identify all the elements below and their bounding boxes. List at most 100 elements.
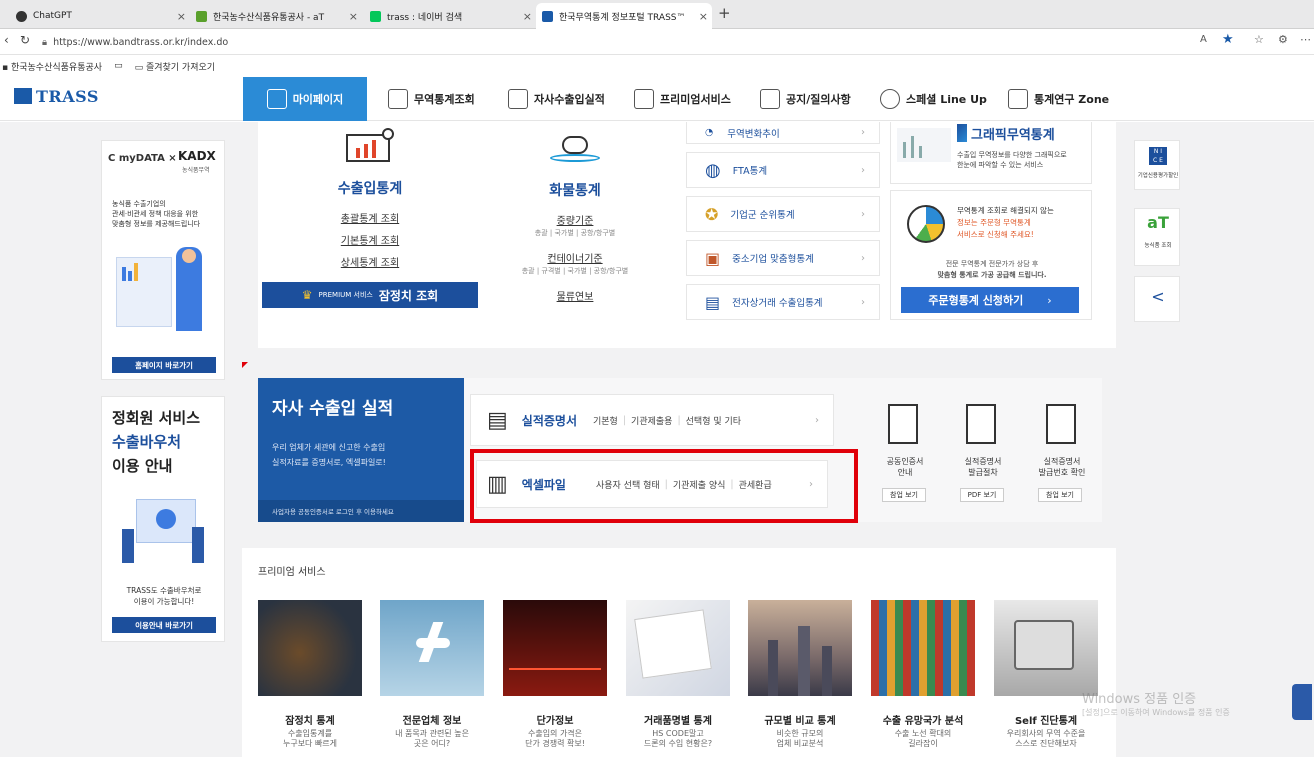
certificate-icon: ▤ <box>487 407 508 433</box>
browser-tab-active[interactable]: 한국무역통계 정보포털 TRASS™ × <box>536 3 712 29</box>
graphic-chart-icon <box>897 128 951 162</box>
menu-ecommerce[interactable]: ▤ 전자상거래 수출입통계 › <box>686 284 880 320</box>
basic-stats-link[interactable]: 기본통계 조회 <box>268 232 472 247</box>
building-icon <box>508 89 528 109</box>
logo-mark-icon <box>14 88 32 104</box>
chat-widget-icon[interactable] <box>1292 684 1312 720</box>
premium-title: 프리미엄 서비스 <box>258 567 326 578</box>
pie-head-icon <box>907 205 945 243</box>
logistics-yearbook-link[interactable]: 물류연보 <box>478 288 672 303</box>
graphic-stats-card[interactable]: 그래픽무역통계 수출입 무역정보를 다양한 그래픽으로 한눈에 파악할 수 있는… <box>890 122 1092 184</box>
bookmark-item[interactable]: ▪ 한국농수산식품유통공사 <box>2 60 102 73</box>
nav-notice[interactable]: 공지/질의사항 <box>760 77 851 121</box>
bookmark-bar: ▪ 한국농수산식품유통공사 ▭ ▭ 즐겨찾기 가져오기 <box>0 55 1314 77</box>
corner-mark <box>242 362 248 368</box>
new-tab-icon[interactable]: + <box>718 4 731 22</box>
container-basis-link[interactable]: 컨테이너기준 <box>478 250 672 265</box>
at-icon <box>196 10 207 22</box>
favorites-icon[interactable]: ☆ <box>1254 33 1264 46</box>
nav-research[interactable]: 통계연구 Zone <box>1008 77 1109 121</box>
at-link-button[interactable]: aT 농식품 조회 <box>1134 208 1180 266</box>
thumb-preliminary[interactable] <box>258 600 362 696</box>
medal-icon: ✪ <box>705 204 719 224</box>
thumb-export-country[interactable] <box>871 600 975 696</box>
globe-icon: ◍ <box>705 159 721 181</box>
nav-special[interactable]: 스페셜 Line Up <box>880 77 987 121</box>
kadx-banner[interactable]: C myDATA × KADX 농식품무역 농식품 수출기업의 관세·비관세 정… <box>101 140 225 380</box>
back-icon[interactable]: ‹ <box>4 33 9 47</box>
menu-trade-trend[interactable]: ◔ 무역변화추이 › <box>686 122 880 144</box>
bulb-icon <box>880 89 900 109</box>
chevron-right-icon: › <box>861 164 865 176</box>
thumb-company[interactable] <box>380 600 484 696</box>
thumb-scale[interactable] <box>748 600 852 696</box>
custom-stats-card: 무역통계 조회로 해결되지 않는 정보는 주문형 무역통계 서비스로 신청해 주… <box>890 190 1092 320</box>
scroll-icon <box>888 404 918 444</box>
menu-sme[interactable]: ▣ 중소기업 맞춤형통계 › <box>686 240 880 276</box>
close-tab-icon[interactable]: × <box>349 10 358 23</box>
at-logo-icon: aT <box>1147 213 1169 232</box>
ecommerce-icon: ▤ <box>705 292 721 312</box>
voucher-guide-button[interactable]: 이용안내 바로가기 <box>112 617 216 633</box>
voucher-banner[interactable]: 정회원 서비스 수출바우처 이용 안내 TRASS도 수출바우처로 이용이 가능… <box>101 396 225 642</box>
trend-icon: ◔ <box>705 127 714 138</box>
nav-mypage[interactable]: 마이페이지 <box>243 77 367 121</box>
address-bar: ‹ ↻ 🔒︎ https://www.bandtrass.or.kr/index… <box>0 29 1314 55</box>
chevron-right-icon: › <box>861 127 865 138</box>
request-custom-stats-button[interactable]: 주문형통계 신청하기 › <box>901 287 1079 313</box>
own-performance-banner: 자사 수출입 실적 우리 업체가 세관에 신고한 수출입 실적자료를 증명서로,… <box>258 378 464 522</box>
favorite-star-icon[interactable]: ★ <box>1222 32 1234 47</box>
nav-trade-stats[interactable]: 무역통계조회 <box>388 77 475 121</box>
pdf-view-button[interactable]: PDF 보기 <box>960 488 1004 502</box>
cert-agency-link[interactable]: 기관제출용 <box>631 414 672 427</box>
doc-view-button[interactable]: 참업 보기 <box>1038 488 1082 502</box>
checklist-icon <box>966 404 996 444</box>
browser-tab[interactable]: 한국농수산식품유통공사 - aT × <box>190 3 362 29</box>
browser-tab[interactable]: trass : 네이버 검색 × <box>364 3 536 29</box>
refresh-icon[interactable]: ↻ <box>20 33 30 47</box>
menu-corp-ranking[interactable]: ✪ 기업군 순위통계 › <box>686 196 880 232</box>
close-tab-icon[interactable]: × <box>699 10 708 23</box>
trass-icon <box>542 10 553 22</box>
thumb-item-name[interactable] <box>626 600 730 696</box>
share-button[interactable]: < <box>1134 276 1180 322</box>
browser-tab[interactable]: ChatGPT × <box>10 3 190 29</box>
trass-logo[interactable]: TRASS <box>14 87 99 106</box>
nav-premium[interactable]: 프리미엄서비스 <box>634 77 731 121</box>
more-icon[interactable]: ⋯ <box>1300 33 1311 46</box>
document-icon <box>388 89 408 109</box>
total-stats-link[interactable]: 총괄통계 조회 <box>268 210 472 225</box>
document-search-icon <box>1046 404 1076 444</box>
nav-own-performance[interactable]: 자사수출입실적 <box>508 77 605 121</box>
highlight-box <box>470 449 858 523</box>
extensions-icon[interactable]: ⚙ <box>1278 33 1288 46</box>
thumb-unit-price[interactable] <box>503 600 607 696</box>
factory-icon: ▣ <box>705 248 721 268</box>
cert-select-link[interactable]: 선택형 및 기타 <box>686 414 741 427</box>
share-icon: < <box>1151 287 1165 306</box>
mypage-icon <box>266 89 287 109</box>
thumb-self-diagnosis[interactable] <box>994 600 1098 696</box>
homepage-button[interactable]: 홈페이지 바로가기 <box>112 357 216 373</box>
preliminary-premium-button[interactable]: ♛ PREMIUM 서비스 잠정치 조회 <box>262 282 478 308</box>
bookmark-folder-icon[interactable]: ▭ <box>114 61 123 71</box>
crown-icon: ♛ <box>301 288 313 302</box>
url-field[interactable]: 🔒︎ https://www.bandtrass.or.kr/index.do <box>42 32 1192 52</box>
chevron-right-icon: › <box>861 252 865 264</box>
chevron-right-icon: › <box>815 414 819 426</box>
detail-stats-link[interactable]: 상세통계 조회 <box>268 254 472 269</box>
nice-credit-button[interactable]: N IC E 기업신용평가할인 <box>1134 140 1180 190</box>
doc-view-button[interactable]: 참업 보기 <box>882 488 926 502</box>
doc-guide-number: 실적증명서 발급번호 확인 참업 보기 <box>1024 400 1100 510</box>
certificate-row[interactable]: ▤ 실적증명서 기본형 | 기관제출용 | 선택형 및 기타 › <box>470 394 834 446</box>
menu-fta[interactable]: ◍ FTA통계 › <box>686 152 880 188</box>
cert-basic-link[interactable]: 기본형 <box>593 414 618 427</box>
doc-guide-issue: 실적증명서 발급절차 PDF 보기 <box>946 400 1020 510</box>
naver-icon <box>370 10 381 22</box>
close-tab-icon[interactable]: × <box>523 10 532 23</box>
close-tab-icon[interactable]: × <box>177 10 186 23</box>
bookmark-item[interactable]: ▭ 즐겨찾기 가져오기 <box>135 60 215 73</box>
weight-basis-link[interactable]: 중량기준 <box>478 212 672 227</box>
read-aloud-icon[interactable]: A <box>1200 34 1207 45</box>
export-import-stats-card: 수출입통계 총괄통계 조회 기본통계 조회 상세통계 조회 ♛ PREMIUM … <box>262 122 478 314</box>
